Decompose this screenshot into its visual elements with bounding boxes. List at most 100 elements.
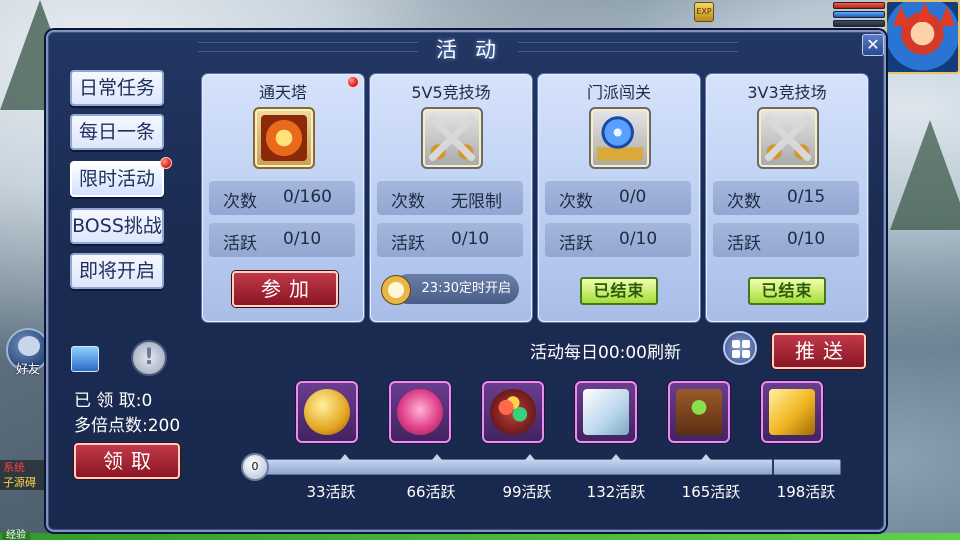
active-key: 活跃	[727, 234, 761, 254]
grid-cell	[732, 340, 740, 348]
reward-pink-dragon[interactable]	[389, 381, 451, 443]
friends-label: 好友	[16, 362, 41, 376]
claim-button[interactable]: 领取	[74, 443, 180, 479]
gold-coin-icon	[304, 389, 350, 435]
gold-ingot-icon	[769, 389, 815, 435]
count-stat: 次数 0/0	[545, 181, 691, 215]
swords-icon-art	[429, 115, 475, 161]
player-status-bars	[833, 2, 885, 29]
clock-icon	[381, 275, 411, 305]
grid-cell	[742, 350, 750, 358]
refresh-notice: 活动每日00:00刷新	[530, 343, 681, 363]
active-value: 0/10	[451, 229, 490, 249]
tab-daily-one[interactable]: 每日一条	[70, 114, 164, 150]
info-icon[interactable]: !	[131, 340, 167, 376]
reward-gem-pouch[interactable]	[482, 381, 544, 443]
progress-knob: 0	[241, 453, 269, 481]
card-title: 5V5竞技场	[411, 83, 491, 102]
exp-boost-icon[interactable]: EXP	[694, 2, 714, 22]
count-value: 0/15	[787, 187, 826, 207]
multiplier-points: 多倍点数:200	[74, 416, 181, 436]
crystal-ball-art	[597, 115, 643, 161]
milestone-tick	[611, 454, 621, 460]
player-avatar[interactable]	[885, 0, 960, 74]
silver-scroll-icon	[583, 389, 629, 435]
tab-daily-tasks[interactable]: 日常任务	[70, 70, 164, 106]
activity-stat: 活跃 0/10	[377, 223, 523, 257]
hair-spike	[939, 6, 955, 26]
milestone-label: 198活跃	[776, 483, 836, 501]
mp-bar	[833, 11, 885, 18]
chat-channel-tag: 系统	[0, 460, 48, 475]
card-title: 3V3竞技场	[747, 83, 827, 102]
active-value: 0/10	[283, 229, 322, 249]
count-stat: 次数 无限制	[377, 181, 523, 215]
hair-spike	[917, 2, 933, 22]
crossed-swords-icon	[421, 107, 483, 169]
claimed-count: 已 领 取:0	[74, 391, 153, 411]
exp-progress-bar	[0, 533, 960, 540]
chat-message: 子源碍	[0, 475, 48, 490]
milestone-label: 33活跃	[306, 483, 356, 501]
xp-bar	[833, 20, 885, 27]
active-value: 0/10	[619, 229, 658, 249]
notification-dot	[347, 76, 359, 88]
ended-badge: 已结束	[580, 277, 658, 305]
activity-card-sect-challenge[interactable]: 门派闯关 次数 0/0 活跃 0/10 已结束	[538, 74, 700, 322]
gem-pouch-icon	[490, 389, 536, 435]
reward-treasure-chest[interactable]	[668, 381, 730, 443]
milestone-tick	[525, 454, 535, 460]
push-button[interactable]: 推送	[772, 333, 866, 369]
activity-card-tower[interactable]: 通天塔 次数 0/160 活跃 0/10 参加	[202, 74, 364, 322]
activity-stat: 活跃 0/10	[713, 223, 859, 257]
milestone-tick	[701, 454, 711, 460]
count-stat: 次数 0/160	[209, 181, 355, 215]
count-key: 次数	[727, 192, 761, 212]
scheduled-open-time: 23:30定时开启	[393, 274, 519, 304]
active-key: 活跃	[391, 234, 425, 254]
reward-silver-scroll[interactable]	[575, 381, 637, 443]
milestone-divider	[772, 459, 774, 475]
system-chat[interactable]: 系统 子源碍	[0, 460, 48, 490]
tab-limited-time[interactable]: 限时活动	[70, 161, 164, 197]
activity-stat: 活跃 0/10	[209, 223, 355, 257]
active-value: 0/10	[787, 229, 826, 249]
friends-icon	[18, 336, 40, 356]
count-value: 0/0	[619, 187, 647, 207]
panel-title: 活动	[436, 38, 514, 62]
lantern-icon	[253, 107, 315, 169]
notification-dot	[160, 157, 172, 169]
activity-card-5v5-arena[interactable]: 5V5竞技场 次数 无限制 活跃 0/10 23:30定时开启	[370, 74, 532, 322]
milestone-label: 132活跃	[586, 483, 646, 501]
count-key: 次数	[391, 192, 425, 212]
count-stat: 次数 0/15	[713, 181, 859, 215]
lantern-icon-art	[261, 115, 307, 161]
grid-cell	[732, 350, 740, 358]
ended-badge: 已结束	[748, 277, 826, 305]
milestone-tick	[432, 454, 442, 460]
grid-menu-button[interactable]	[723, 331, 757, 365]
pink-dragon-icon	[397, 389, 443, 435]
crystal-ball-icon	[589, 107, 651, 169]
card-title: 门派闯关	[586, 83, 651, 102]
exp-label: 经验	[2, 531, 30, 540]
card-title: 通天塔	[258, 83, 307, 102]
tree-decoration	[890, 120, 960, 230]
count-key: 次数	[223, 192, 257, 212]
tab-coming-soon[interactable]: 即将开启	[70, 253, 164, 289]
hair-spike	[893, 6, 909, 26]
activity-stat: 活跃 0/10	[545, 223, 691, 257]
milestone-label: 99活跃	[502, 483, 552, 501]
active-key: 活跃	[223, 234, 257, 254]
join-button[interactable]: 参加	[232, 271, 338, 307]
active-key: 活跃	[559, 234, 593, 254]
tab-boss-challenge[interactable]: BOSS挑战	[70, 208, 164, 244]
reward-gold-ingot[interactable]	[761, 381, 823, 443]
count-value: 0/160	[283, 187, 332, 207]
activity-card-3v3-arena[interactable]: 3V3竞技场 次数 0/15 活跃 0/10 已结束	[706, 74, 868, 322]
swords-icon-art	[765, 115, 811, 161]
grid-cell	[742, 340, 750, 348]
crossed-swords-icon	[757, 107, 819, 169]
close-button[interactable]: ✕	[862, 34, 884, 56]
reward-gold-coin[interactable]	[296, 381, 358, 443]
